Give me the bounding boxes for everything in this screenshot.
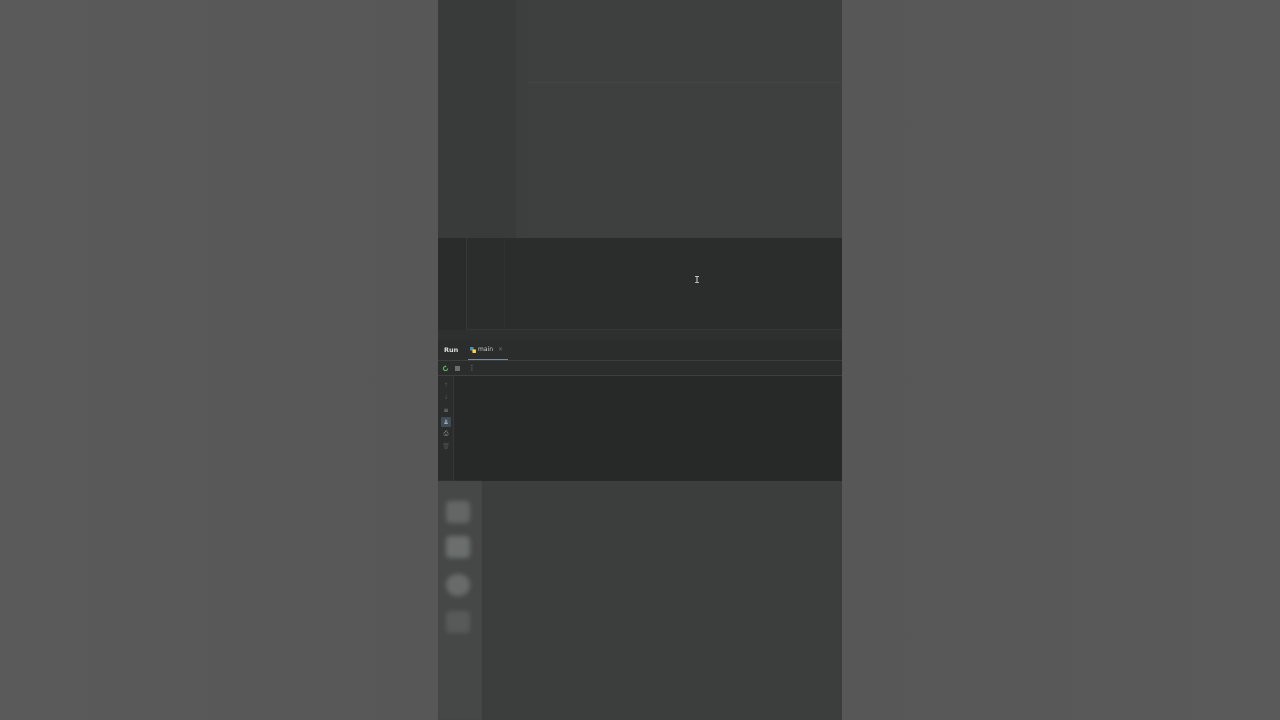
up-arrow-icon[interactable]: ↑ (441, 380, 451, 390)
stop-icon (454, 365, 460, 371)
scroll-to-end-icon[interactable]: ⇊ (441, 417, 451, 427)
trash-icon[interactable]: 🗑 (441, 441, 451, 451)
blurred-app-icon (446, 501, 470, 523)
tab-main[interactable]: main × (468, 342, 508, 360)
run-toolbar: ⋮ (438, 361, 842, 376)
blurred-lower-main (482, 481, 842, 720)
rerun-icon (442, 364, 448, 371)
top-code-area (528, 0, 842, 238)
top-divider-line (528, 82, 842, 83)
code-editor[interactable]: I (438, 238, 842, 330)
top-gutter (438, 0, 516, 238)
soft-wrap-icon[interactable]: ≡ (441, 405, 451, 415)
run-side-toolbar: ↑ ↓ ≡ ⇊ ⎙ 🗑 (438, 376, 454, 481)
text-cursor-icon: I (694, 275, 701, 286)
stop-button[interactable] (452, 363, 462, 373)
video-frame: I Run main × ⋮ ↑ ↓ ≡ ⇊ ⎙ 🗑 (438, 0, 842, 720)
run-panel-title: Run (444, 346, 459, 354)
blurred-app-icon (446, 611, 470, 633)
print-icon[interactable]: ⎙ (441, 429, 451, 439)
top-gutter-divider (516, 0, 528, 238)
panel-splitter[interactable] (438, 330, 842, 340)
down-arrow-icon[interactable]: ↓ (441, 392, 451, 402)
blurred-app-icon (446, 574, 470, 596)
rerun-button[interactable] (440, 363, 450, 373)
blurred-lower-section (438, 481, 842, 720)
more-actions-button[interactable]: ⋮ (467, 363, 477, 373)
tab-close-icon[interactable]: × (498, 346, 503, 353)
tab-main-label: main (478, 346, 493, 353)
run-console-output[interactable] (454, 376, 842, 481)
python-icon (470, 347, 476, 353)
run-tool-window-header: Run main × (438, 340, 842, 361)
blurred-editor-top (438, 0, 842, 238)
line-number-gutter (438, 238, 467, 330)
blurred-sidebar (438, 481, 482, 720)
blurred-app-icon (446, 536, 470, 558)
fold-column (467, 238, 505, 330)
page-background: I Run main × ⋮ ↑ ↓ ≡ ⇊ ⎙ 🗑 (0, 0, 1280, 720)
